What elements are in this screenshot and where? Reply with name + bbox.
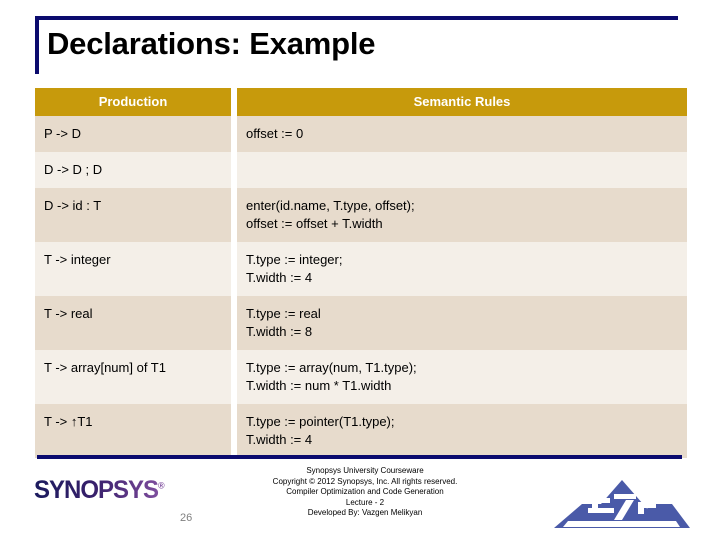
semantic-rules-cell: T.type := real T.width := 8 [237, 296, 687, 350]
footer-credits: Synopsys University Courseware Copyright … [200, 466, 530, 519]
table-row: D -> id : Tenter(id.name, T.type, offset… [35, 188, 687, 242]
production-cell: T -> real [35, 296, 231, 350]
semantic-rule-line: offset := 0 [246, 126, 304, 141]
semantic-rules-cell [237, 152, 687, 188]
column-header-semantic-rules: Semantic Rules [237, 88, 687, 116]
semantic-rule-line: T.width := num * T1.width [246, 378, 392, 393]
production-cell: T -> ↑T1 [35, 404, 231, 458]
semantic-rule-line: T.type := integer; [246, 252, 343, 267]
semantic-rules-table: Production Semantic Rules P -> D offset :… [35, 88, 687, 458]
footer-line: Compiler Optimization and Code Generatio… [286, 487, 444, 496]
column-header-production: Production [35, 88, 231, 116]
title-left-accent-bar [35, 16, 39, 74]
table-header-row: Production Semantic Rules [35, 88, 687, 116]
footer-line: Developed By: Vazgen Melikyan [307, 508, 423, 517]
semantic-rule-line: enter(id.name, T.type, offset); [246, 198, 415, 213]
table-row: T -> real T.type := real T.width := 8 [35, 296, 687, 350]
page-number: 26 [180, 512, 193, 524]
semantic-rule-line: T.width := 8 [246, 324, 313, 339]
footer-rule [37, 455, 682, 459]
semantic-rule-line: offset := offset + T.width [246, 216, 383, 231]
footer-line: Synopsys University Courseware [306, 466, 424, 475]
table-row: T -> array[num] of T1 T.type := array(num… [35, 350, 687, 404]
seua-mountain-logo-icon [554, 480, 690, 528]
synopsys-logo-trademark: ® [158, 480, 165, 491]
page-title: Declarations: Example [47, 26, 376, 61]
table-row: P -> D offset := 0 [35, 116, 687, 152]
title-top-rule [35, 16, 678, 20]
production-cell: D -> id : T [35, 188, 231, 242]
semantic-rules-cell: enter(id.name, T.type, offset); offset :=… [237, 188, 687, 242]
production-cell: T -> integer [35, 242, 231, 296]
production-cell: P -> D [35, 116, 231, 152]
semantic-rules-cell: T.type := pointer(T1.type); T.width := 4 [237, 404, 687, 458]
production-cell: D -> D ; D [35, 152, 231, 188]
table-row: D -> D ; D [35, 152, 687, 188]
semantic-rules-cell: offset := 0 [237, 116, 687, 152]
semantic-rule-line: T.type := array(num, T1.type); [246, 360, 417, 375]
semantic-rule-line: T.width := 4 [246, 432, 313, 447]
production-cell: T -> array[num] of T1 [35, 350, 231, 404]
semantic-rule-line: T.type := pointer(T1.type); [246, 414, 395, 429]
semantic-rule-line: T.type := real [246, 306, 321, 321]
table-body: P -> Doffset := 0D -> D ; D D -> id : Te… [35, 116, 687, 458]
semantic-rule-line: T.width := 4 [246, 270, 313, 285]
synopsys-logo: SYNOPSYS® [34, 473, 169, 498]
synopsys-logo-text: SYNOPSYS [34, 476, 159, 505]
footer-line: Lecture - 2 [345, 497, 385, 507]
semantic-rules-cell: T.type := array(num, T1.type); T.width :=… [237, 350, 687, 404]
footer-line: Copyright © 2012 Synopsys, Inc. All righ… [272, 476, 458, 486]
table-row: T -> integer T.type := integer; T.width :=… [35, 242, 687, 296]
semantic-rules-cell: T.type := integer; T.width := 4 [237, 242, 687, 296]
table-row: T -> ↑T1 T.type := pointer(T1.type); T.wid… [35, 404, 687, 458]
